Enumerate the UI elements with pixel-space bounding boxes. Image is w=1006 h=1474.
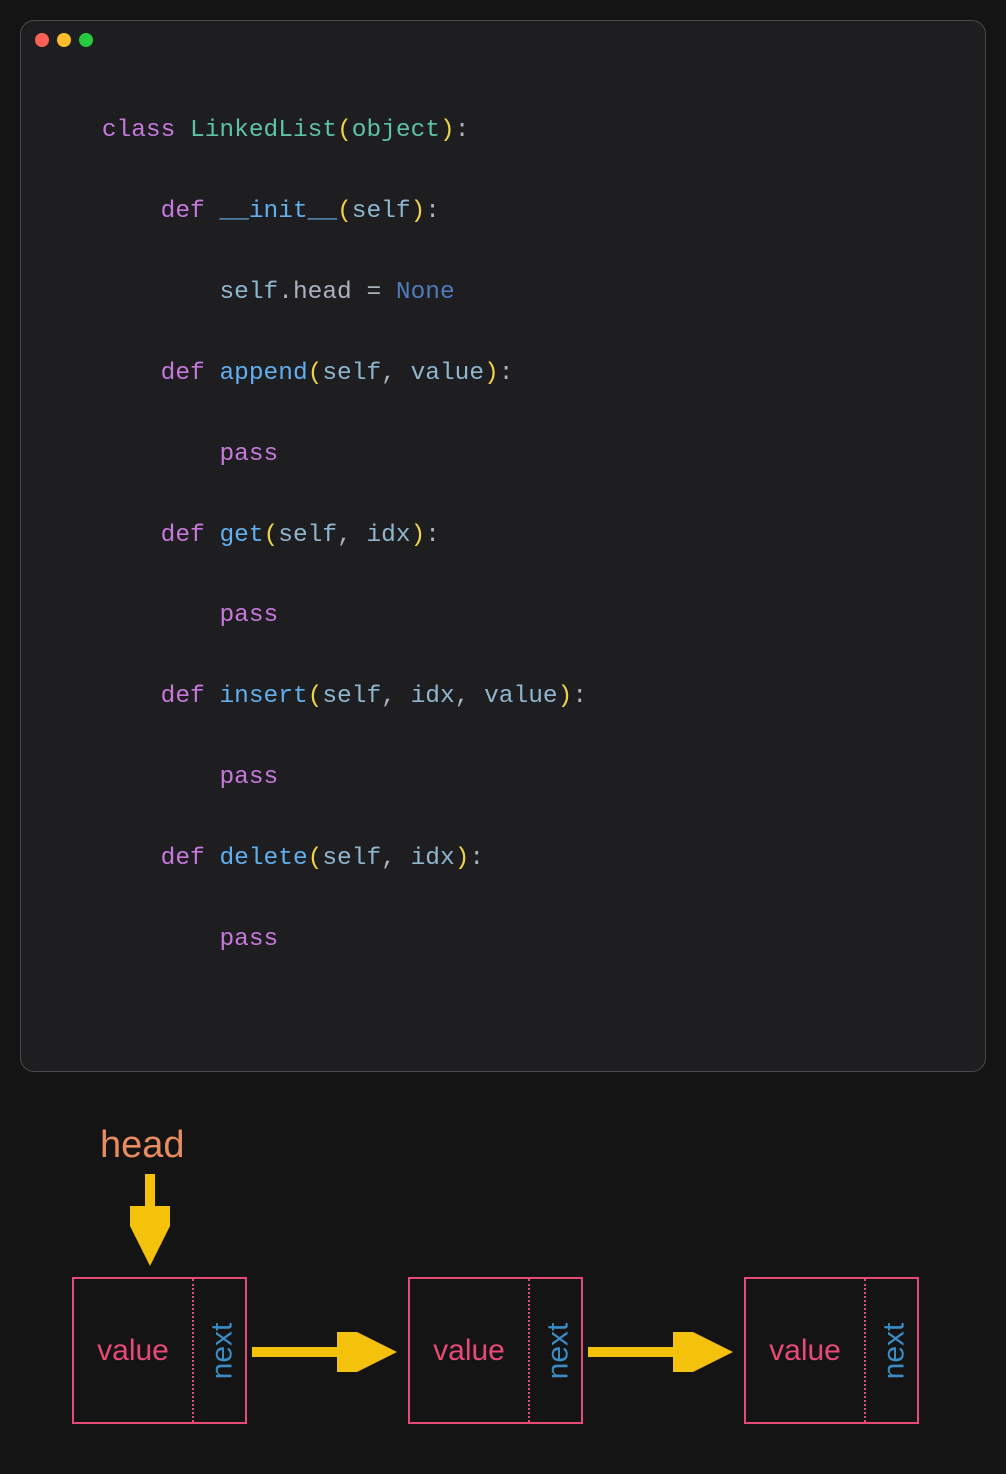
node-value-cell: value (74, 1279, 192, 1422)
close-dot-icon[interactable] (35, 33, 49, 47)
code-line: class LinkedList(object): (43, 111, 963, 151)
code-body: class LinkedList(object): def __init__(s… (21, 53, 985, 1071)
linked-list-node: value next (72, 1277, 247, 1424)
class-name: LinkedList (190, 117, 337, 144)
arrow-right-icon (588, 1332, 736, 1372)
linked-list-node: value next (744, 1277, 919, 1424)
maximize-dot-icon[interactable] (79, 33, 93, 47)
method-delete: delete (219, 845, 307, 872)
method-get: get (219, 522, 263, 549)
code-line: pass (43, 758, 963, 798)
node-next-cell: next (530, 1279, 587, 1422)
code-line: pass (43, 435, 963, 475)
code-line: def __init__(self): (43, 192, 963, 232)
head-label: head (100, 1124, 185, 1167)
code-line: pass (43, 596, 963, 636)
code-window: class LinkedList(object): def __init__(s… (20, 20, 986, 1072)
code-line: def delete(self, idx): (43, 839, 963, 879)
linked-list-node: value next (408, 1277, 583, 1424)
method-insert: insert (219, 683, 307, 710)
minimize-dot-icon[interactable] (57, 33, 71, 47)
node-next-cell: next (194, 1279, 251, 1422)
code-line: pass (43, 920, 963, 960)
keyword-class: class (102, 117, 176, 144)
code-line: def insert(self, idx, value): (43, 677, 963, 717)
node-value-cell: value (746, 1279, 864, 1422)
window-titlebar (21, 21, 985, 53)
code-line: def append(self, value): (43, 354, 963, 394)
base-class: object (352, 117, 440, 144)
method-init: __init__ (219, 198, 337, 225)
node-value-cell: value (410, 1279, 528, 1422)
code-line: def get(self, idx): (43, 516, 963, 556)
arrow-down-icon (130, 1174, 170, 1269)
linked-list-diagram: head value next value next (0, 1114, 1006, 1474)
node-next-cell: next (866, 1279, 923, 1422)
code-line: self.head = None (43, 273, 963, 313)
method-append: append (219, 360, 307, 387)
arrow-right-icon (252, 1332, 400, 1372)
